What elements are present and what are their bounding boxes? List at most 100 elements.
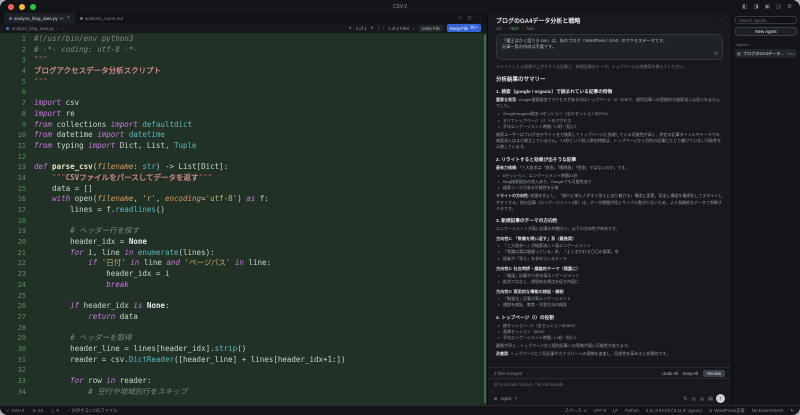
code-line[interactable]: 22 if '日付' in line and 'ページパス' in line: — [0, 258, 487, 269]
undo-all-button[interactable]: Undo All — [662, 371, 678, 376]
code-editor[interactable]: 1 #!/usr/bin/env python3 2 # -*- coding: ut… — [0, 33, 487, 405]
status-item[interactable]: ⊘ 53 — [32, 408, 43, 414]
code-line[interactable]: 3 """ — [0, 55, 487, 66]
code-line[interactable]: 29 # ヘッダーを取得 — [0, 333, 487, 344]
chevron-down-icon[interactable]: ˅ — [514, 396, 516, 401]
code-line[interactable]: 30 header_line = lines[header_idx].strip… — [0, 344, 487, 355]
agent-profile-selector[interactable]: Agent — [501, 396, 512, 401]
agents-sidebar: New Agent Agents ▦ ブログのGA4データ… Now — [732, 13, 800, 405]
code-token: data = [] — [34, 183, 93, 193]
code-token: defaultdict — [137, 119, 193, 129]
next-file-icon[interactable]: › — [413, 26, 414, 31]
review-button[interactable]: Review — [703, 369, 725, 377]
code-line[interactable]: 20 header_idx = None — [0, 237, 487, 248]
code-line[interactable]: 9 from collections import defaultdict — [0, 120, 487, 131]
message-composer[interactable]: @ to include context, / for commands ⊞ A… — [488, 378, 731, 405]
composer-icon[interactable]: ▤ — [708, 396, 713, 402]
code-token: row — [83, 376, 107, 385]
panel-toggle-icon[interactable]: ◧ — [742, 4, 747, 10]
keep-all-button[interactable]: Keep All — [683, 371, 698, 376]
tab-analyze-blog-data[interactable]: analyze_blog_data.py 9+ × — [4, 13, 75, 23]
code-line[interactable]: 10 from datetime import datetime — [0, 130, 487, 141]
code-line[interactable]: 13 def parse_csv(filename: str) -> List[D… — [0, 162, 487, 173]
line-number: 31 — [17, 355, 26, 364]
undo-file-button[interactable]: Undo File — [418, 24, 443, 32]
add-context-icon[interactable]: ⊞ — [494, 396, 498, 401]
code-line[interactable]: 15 data = [] — [0, 184, 487, 195]
code-line[interactable]: 12 — [0, 152, 487, 163]
user-message[interactable]: 「魔王はかく語りき.csv」は、私のブログ（WordPress / GA4）のア… — [496, 34, 723, 60]
code-text: if '日付' in line and 'ページパス' in line: — [26, 258, 271, 269]
editor-action-icon[interactable]: ▷ — [459, 15, 462, 21]
code-line[interactable]: 4 ブログアクセスデータ分析スクリプト — [0, 66, 487, 77]
code-line[interactable]: 19 # ヘッダー行を探す — [0, 226, 487, 237]
composer-icon[interactable]: ◎ — [692, 396, 696, 402]
breadcrumb[interactable]: analyze_blog_data.py — [12, 26, 54, 31]
line-number: 18 — [17, 216, 26, 225]
chat-block-li: 批判ではなく、建設的な視点を促す内容に — [496, 279, 723, 285]
panel-toggle-icon[interactable]: ▣ — [765, 4, 770, 10]
panel-toggle-icon[interactable]: ◲ — [776, 4, 781, 10]
code-line[interactable]: 17 lines = f.readlines() — [0, 205, 487, 216]
code-line[interactable]: 23 header_idx = i — [0, 269, 487, 280]
code-line[interactable]: 5 """ — [0, 77, 487, 88]
status-item[interactable]: ↻ — [790, 408, 794, 414]
composer-icon[interactable]: ◎ — [700, 396, 704, 402]
code-line[interactable]: 21 for i, line in enumerate(lines): — [0, 248, 487, 259]
code-line[interactable]: 2 # -*- coding: utf-8 -*- — [0, 45, 487, 56]
send-button[interactable]: ↑ — [716, 394, 725, 403]
line-number: 20 — [17, 238, 26, 247]
status-item[interactable]: ◔ 分析する1つのファイル — [67, 408, 118, 414]
code-line[interactable]: 14 """CSVファイルをパースしてデータを返す""" — [0, 173, 487, 184]
new-agent-button[interactable]: New Agent — [735, 27, 797, 36]
panel-toggle-icon[interactable]: ◨ — [753, 4, 758, 10]
code-line[interactable]: 24 break — [0, 280, 487, 291]
code-line[interactable]: 6 — [0, 87, 487, 98]
code-token: in — [130, 258, 140, 268]
code-token: """ — [34, 76, 48, 86]
status-item[interactable]: ⊘ WordPress支援 — [709, 408, 745, 414]
scrollbar-diff-strip[interactable] — [484, 35, 486, 403]
code-text: from typing import Dict, List, Tuple — [26, 141, 197, 152]
editor-action-icon[interactable]: ◫ — [467, 15, 471, 21]
status-item[interactable]: UTF-8 — [594, 408, 606, 413]
divider — [377, 25, 379, 31]
code-line[interactable]: 33 for row in reader: — [0, 376, 487, 387]
status-item[interactable]: No Environment — [752, 408, 783, 413]
keep-file-button[interactable]: Keep File ⌘↵ — [446, 24, 481, 32]
code-token: header_idx = i — [34, 269, 170, 279]
code-line[interactable]: 18 — [0, 216, 487, 227]
hunk-up-icon[interactable]: ∧ — [349, 25, 352, 31]
code-line[interactable]: 25 — [0, 291, 487, 302]
composer-icon[interactable]: ↻ — [683, 396, 687, 402]
editor-action-icon[interactable]: ⋯ — [477, 15, 482, 21]
status-item[interactable]: ✓ CSV-3 — [6, 408, 24, 414]
tab-close-icon[interactable]: × — [67, 15, 70, 21]
retry-icon[interactable]: ↺ — [714, 51, 718, 57]
status-item[interactable]: LF — [613, 408, 618, 413]
panel-toggle-icon[interactable]: ⚙ — [787, 4, 792, 10]
status-item[interactable]: スペース: 4 — [565, 408, 587, 414]
code-line[interactable]: 28 — [0, 323, 487, 334]
agent-list-item[interactable]: ▦ ブログのGA4データ… Now — [735, 49, 797, 58]
code-line[interactable]: 26 if header_idx is None: — [0, 301, 487, 312]
status-item[interactable]: △ 9 — [51, 408, 59, 414]
code-line[interactable]: 7 import csv — [0, 98, 487, 109]
code-line[interactable]: 31 reader = csv.DictReader([header_line]… — [0, 355, 487, 366]
code-line[interactable]: 27 return data — [0, 312, 487, 323]
breadcrumb-more[interactable]: … — [61, 26, 65, 31]
user-message-line: 記事一覧の作成は不要です。 — [502, 44, 557, 49]
status-item[interactable]: 3.11.9 64-bit ('3.11.9': pyenv) — [646, 408, 702, 413]
tab-analysis-report[interactable]: analysis_report.md — [75, 13, 128, 23]
code-line[interactable]: 34 # 空行や地域別行をスキップ — [0, 387, 487, 398]
chat-more-icon[interactable]: ⋯ — [718, 18, 723, 24]
code-line[interactable]: 11 from typing import Dict, List, Tuple — [0, 141, 487, 152]
prev-file-icon[interactable]: ‹ — [383, 26, 384, 31]
code-line[interactable]: 8 import re — [0, 109, 487, 120]
code-line[interactable]: 16 with open(filename, 'r', encoding='ut… — [0, 194, 487, 205]
code-line[interactable]: 1 #!/usr/bin/env python3 — [0, 34, 487, 45]
hunk-down-icon[interactable]: ∨ — [370, 25, 373, 31]
code-line[interactable]: 32 — [0, 365, 487, 376]
status-item[interactable]: Python — [625, 408, 639, 413]
search-agents-input[interactable] — [735, 16, 797, 24]
